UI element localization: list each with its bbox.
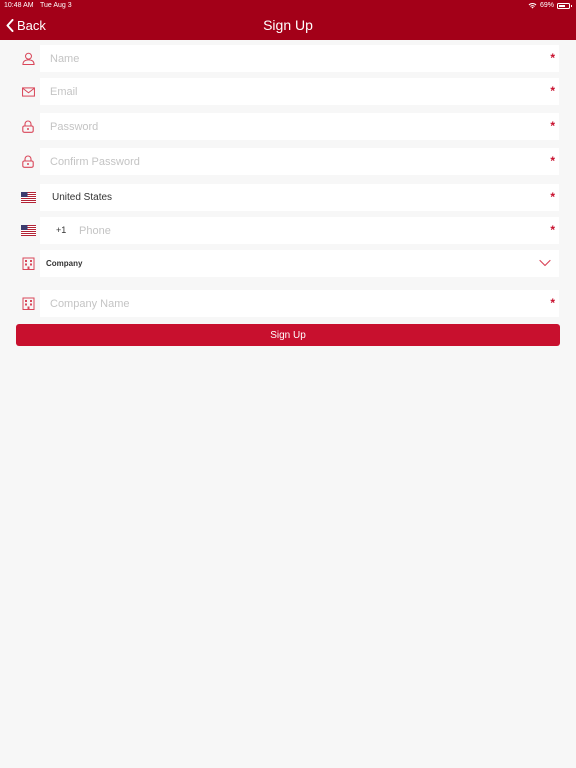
email-icon-cell (16, 78, 40, 105)
battery-level (559, 4, 566, 7)
building-icon (22, 257, 34, 270)
us-flag-icon (20, 192, 36, 203)
building-icon (22, 297, 34, 310)
lock-icon (22, 120, 34, 133)
name-input[interactable] (50, 45, 520, 72)
country-row[interactable]: United States * (16, 184, 559, 211)
status-date: Tue Aug 3 (40, 2, 72, 9)
required-mark: * (550, 51, 555, 65)
required-mark: * (550, 223, 555, 237)
country-icon-cell (16, 184, 40, 211)
page-title: Sign Up (263, 17, 313, 33)
password-input[interactable] (50, 113, 520, 140)
country-code[interactable]: +1 (56, 217, 66, 244)
email-field: * (42, 78, 559, 105)
status-time: 10:48 AM (4, 2, 34, 9)
account-type-icon-cell (16, 250, 40, 277)
confirm-password-row: * (16, 148, 559, 175)
confirm-password-input[interactable] (50, 148, 520, 175)
password-field: * (42, 113, 559, 140)
account-type-select[interactable]: Company (40, 250, 559, 277)
us-flag-icon (20, 225, 36, 236)
battery-percent: 69% (539, 2, 554, 9)
name-field: * (42, 45, 559, 72)
email-input[interactable] (50, 78, 520, 105)
phone-row: +1 * (16, 217, 559, 244)
signup-screen: 10:48 AM Tue Aug 3 69% Back Sign Up Name… (0, 0, 576, 768)
company-name-icon-cell (16, 290, 40, 317)
country-field[interactable]: United States * (42, 184, 559, 211)
email-row: * (16, 78, 559, 105)
status-bar: 10:48 AM Tue Aug 3 69% (0, 0, 576, 11)
header-bar: 10:48 AM Tue Aug 3 69% Back Sign Up (0, 0, 576, 40)
status-right: 69% (528, 0, 572, 11)
required-mark: * (550, 119, 555, 133)
phone-field: +1 * (42, 217, 559, 244)
required-mark: * (550, 84, 555, 98)
required-mark: * (550, 154, 555, 168)
phone-icon-cell (16, 217, 40, 244)
country-value: United States (52, 192, 113, 203)
envelope-icon (21, 86, 35, 97)
name-icon-cell (16, 45, 40, 72)
sign-up-button[interactable]: Sign Up (16, 324, 560, 346)
required-mark: * (550, 190, 555, 204)
account-type-value: Company (46, 259, 83, 268)
password-icon-cell (16, 113, 40, 140)
name-row: * (16, 45, 559, 72)
wifi-icon (528, 2, 537, 9)
company-name-input[interactable] (50, 290, 520, 317)
person-icon (21, 52, 35, 65)
confirm-password-field: * (42, 148, 559, 175)
required-mark: * (550, 296, 555, 310)
lock-icon (22, 155, 34, 168)
company-name-row: * (16, 290, 559, 317)
battery-icon (557, 2, 572, 9)
confirm-password-icon-cell (16, 148, 40, 175)
phone-input[interactable] (79, 217, 509, 244)
account-type-row[interactable]: Company (16, 250, 559, 277)
password-row: * (16, 113, 559, 140)
chevron-down-icon (539, 259, 551, 267)
company-name-field: * (42, 290, 559, 317)
